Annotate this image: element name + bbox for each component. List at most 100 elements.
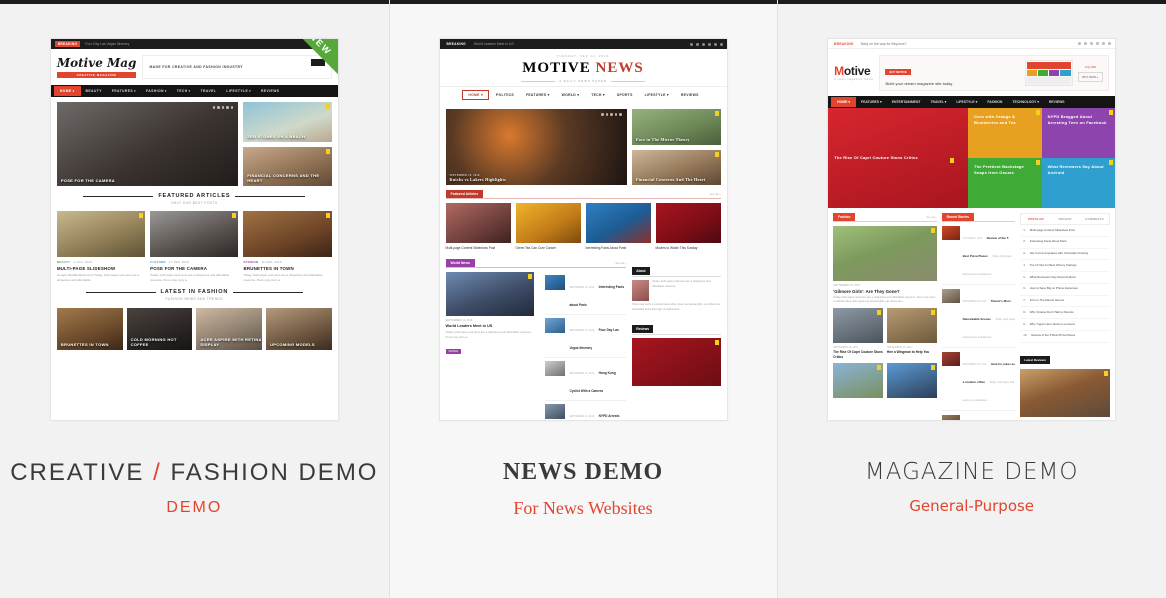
rss-icon <box>713 42 717 46</box>
popular-item[interactable]: 7. Intro to The Marvel Heroes <box>1020 296 1111 308</box>
featured-card[interactable]: CULTURE 17 SEP, 2016 POSE FOR THE CAMERA … <box>150 211 239 282</box>
card-excerpt: Google Nike/Barbie/A Court Today, both p… <box>56 273 140 282</box>
bookmark-flag-icon <box>930 310 935 316</box>
item-title: Top 10 Tips for Best Winery Tastings <box>1029 262 1077 267</box>
world-feature-post[interactable]: SEPTEMBER 13, 2016 World Leaders Meet in… <box>445 272 535 420</box>
about-widget: About Today, both paper and pens are a u… <box>632 259 721 312</box>
list-date: SEPTEMBER 13, 2016 <box>569 372 595 376</box>
grid-cell[interactable]: What Reviewers Say About Android <box>1041 158 1116 208</box>
latest-item[interactable]: ACER ASPIRE WITH RETINA DISPLAY <box>196 308 263 350</box>
see-all-link[interactable]: See all » <box>926 216 936 219</box>
demo-column-news[interactable]: BREAKING World Leaders Meet in US TUESDA… <box>388 0 778 598</box>
demo-column-creative-fashion[interactable]: BREAKING Four Day Las Vegas Itinerary Mo… <box>0 4 389 598</box>
popular-item[interactable]: 2. Interesting Facts About Paris <box>1020 237 1111 249</box>
tab-recent[interactable]: RECENT <box>1051 214 1080 224</box>
nav-item-home: HOME <box>53 86 81 96</box>
mini-post[interactable] <box>886 363 937 398</box>
tab-popular[interactable]: POPULAR <box>1021 214 1050 224</box>
fashion-section: Fashion See all » SEPTEMBER 18, 2016 'Gi… <box>833 213 937 420</box>
bookmark-flag-icon <box>949 158 954 163</box>
list-item[interactable]: SEPTEMBER 13, 2016 Four Day Las Vegas It… <box>545 315 627 359</box>
demo-title: CREATIVE / FASHION DEMO <box>0 459 389 487</box>
popular-item[interactable]: 8. Why Ukraine Don't Talk to Parents <box>1020 307 1111 320</box>
featured-card[interactable]: FASHION 15 SEP, 2016 BRUNETTES IN TOWN To… <box>243 211 332 282</box>
demo-preview-news[interactable]: BREAKING World Leaders Meet in US TUESDA… <box>438 38 728 421</box>
list-thumbnail <box>941 415 960 420</box>
card-image <box>886 363 937 398</box>
nav-item-reviews: REVIEWS <box>1048 100 1065 104</box>
see-all-link[interactable]: See all » <box>615 261 626 265</box>
nav-item-travel: TRAVEL <box>200 89 217 93</box>
list-thumbnail <box>941 352 960 366</box>
demo-title: MAGAZINE DEMO <box>864 459 1079 485</box>
popular-item[interactable]: 6. How to Save Big on Phone Expenses <box>1020 284 1111 296</box>
featured-card[interactable]: BEAUTY 4 JUN, 2016 MULTI-PAGE SLIDESHOW G… <box>56 211 146 282</box>
hero-main-post: POSE FOR THE CAMERA <box>56 102 239 186</box>
see-all-link[interactable]: See all » <box>710 192 721 196</box>
hero-side-post-1: ZEN STONES ON A BEACH <box>243 102 332 142</box>
card-excerpt: Today, both paper and pens are a ubiquit… <box>150 273 230 282</box>
latest-item[interactable]: UPCOMING MODELS <box>266 308 332 350</box>
popular-item[interactable]: 4. Top 10 Tips for Best Winery Tastings <box>1020 260 1111 273</box>
popular-item[interactable]: 10. Review of the 5 Best Pizza Places <box>1020 331 1111 343</box>
grid-cell[interactable]: NYPD Bragged About Arresting Teen on Fac… <box>1041 108 1116 158</box>
mini-post[interactable] <box>833 363 883 398</box>
popular-item[interactable]: 1. Multi-page Content Slideshow Post <box>1020 225 1111 237</box>
grid-cell-title: The Rise Of Capri Couture Stuns Critics <box>834 155 918 161</box>
list-excerpt: Today, both paper and pens are a ubiquit… <box>962 318 1016 339</box>
buy-now-button[interactable]: BUY NOW » <box>1077 71 1104 82</box>
latest-item-title: BRUNETTES IN TOWN <box>60 342 109 347</box>
demo-preview-creative-fashion[interactable]: BREAKING Four Day Las Vegas Itinerary Mo… <box>49 38 339 421</box>
latest-item[interactable]: COLD MORNING HOT COFFEE <box>126 308 193 350</box>
demo-subtitle-link[interactable]: For News Websites <box>389 498 778 519</box>
featured-card[interactable]: Interesting Facts About Paris <box>585 203 651 250</box>
magazine-sidebar: POPULAR RECENT COMMENTS 1. Multi-page Con… <box>1020 213 1111 420</box>
popular-item[interactable]: 5. What Reviewers Say About Android <box>1020 272 1111 284</box>
bookmark-flag-icon <box>714 111 719 116</box>
featured-card[interactable]: Green Tea Can Cure Cancer <box>515 203 581 250</box>
featured-cards: Multi-page Content Slideshow Post Green … <box>445 203 721 250</box>
list-item[interactable]: SEPTEMBER 18, 2016 Samsung Looking To Ap… <box>941 411 1016 420</box>
item-number: 9. <box>1023 321 1026 326</box>
post-title: World Leaders Meet in US <box>445 324 493 329</box>
latest-item[interactable]: BRUNETTES IN TOWN <box>56 308 123 350</box>
tab-comments[interactable]: COMMENTS <box>1080 214 1109 224</box>
demo-column-magazine[interactable]: BREAKING Baby on the way for Beyonce? Mo… <box>777 0 1166 598</box>
grid-cell[interactable]: Corn with Orange & Blueberries and Tea <box>967 108 1042 158</box>
slider-dots <box>212 106 234 109</box>
item-title: What Reviewers Say About Android <box>1029 274 1076 279</box>
demo-subtitle-link[interactable]: DEMO <box>0 499 389 517</box>
card-category: CULTURE <box>150 260 166 264</box>
demo-caption-creative-fashion: CREATIVE / FASHION DEMO DEMO <box>0 459 389 517</box>
demo-preview-magazine[interactable]: BREAKING Baby on the way for Beyonce? Mo… <box>827 38 1117 421</box>
mini-post[interactable]: SEPTEMBER 18, 2016 The Rise Of Capri Cou… <box>833 308 883 359</box>
mini-post[interactable]: SEPTEMBER 18, 2016 Hire a Wingman to Hel… <box>886 308 937 359</box>
nav-item-lifestyle: LIFESTYLE <box>221 89 256 93</box>
bookmark-flag-icon <box>1104 370 1109 376</box>
list-item[interactable]: SEPTEMBER 13, 2016 Interesting Facts abo… <box>545 272 627 316</box>
card-title: POSE FOR THE CAMERA <box>150 266 208 271</box>
bookmark-flag-icon <box>325 104 330 109</box>
list-item[interactable]: SEPTEMBER 18, 2016 Titanic's Most Remark… <box>941 285 1016 348</box>
grid-cell[interactable]: The Prettiest Backstage Snaps from Oscar… <box>967 158 1042 208</box>
featured-card[interactable]: Movies to Watch This Sunday <box>655 203 721 250</box>
card-category: FASHION <box>243 260 259 264</box>
section-label: Recent Stories <box>941 213 974 221</box>
list-date: SEPTEMBER 13, 2016 <box>569 329 595 333</box>
popular-item[interactable]: 3. Hot Cocoa Cupcakes with Chocolate Fros… <box>1020 249 1111 261</box>
section-title: FEATURED ARTICLES <box>158 193 231 199</box>
grid-cell-primary[interactable]: The Rise Of Capri Couture Stuns Critics <box>828 108 968 208</box>
search-icon <box>719 42 723 46</box>
demo-subtitle-link[interactable]: General-Purpose <box>777 497 1166 515</box>
list-item[interactable]: OCTOBER 8, 2016 Review of the 5 Best Piz… <box>941 222 1016 285</box>
hero-side-post-2: FINANCIAL CONCERNS AND THE HEART <box>243 146 332 186</box>
featured-card[interactable]: Multi-page Content Slideshow Post <box>445 203 511 250</box>
list-item[interactable]: SEPTEMBER 13, 2016 NYPD Arrests Teen For… <box>545 401 626 420</box>
card-image <box>833 363 883 398</box>
list-item[interactable]: SEPTEMBER 18, 2016 Java for jokes as a m… <box>941 348 1016 411</box>
list-date: SEPTEMBER 18, 2016 <box>962 301 987 303</box>
fashion-feature-post[interactable]: SEPTEMBER 18, 2016 'Gilmore Girls': Are … <box>833 226 937 304</box>
news-body: World News See all » SEPTEMBER 13, 2016 … <box>440 254 727 420</box>
popular-item[interactable]: 9. Why Yoga's Hero Stock is so Good <box>1020 319 1111 331</box>
list-item[interactable]: SEPTEMBER 13, 2016 Hong Kong Cyclist Wit… <box>545 358 627 402</box>
